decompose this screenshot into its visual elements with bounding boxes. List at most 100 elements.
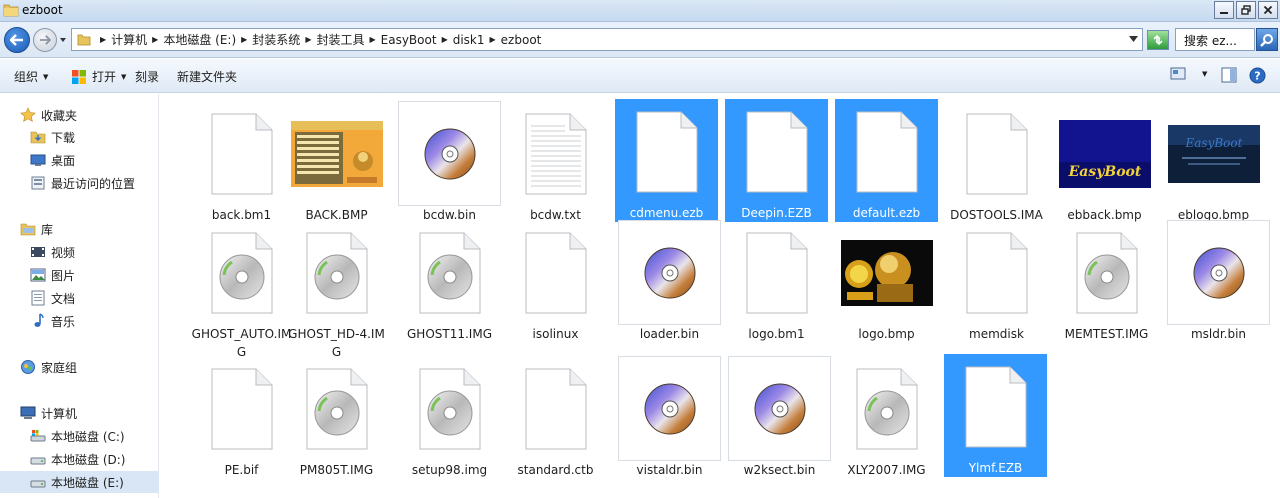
sidebar-item-pictures[interactable]: 图片 xyxy=(0,264,159,286)
burn-button[interactable]: 刻录 xyxy=(135,68,159,85)
title-bar: ezboot xyxy=(0,0,1280,22)
drive-icon xyxy=(30,457,46,465)
breadcrumb-item[interactable]: 本地磁盘 (E:) xyxy=(163,31,236,48)
file-thumbnail xyxy=(944,354,1047,459)
burn-label: 刻录 xyxy=(135,70,160,84)
navigation-pane: 收藏夹 下载 桌面 最近访问的位置 库 视频 图片 文档 音乐 家庭组 计算机 xyxy=(0,94,159,498)
breadcrumb-arrow-icon[interactable]: ▶ xyxy=(100,35,106,44)
file-name: XLY2007.IMG xyxy=(847,463,926,477)
close-icon xyxy=(1263,5,1273,15)
caret-down-icon[interactable]: ▼ xyxy=(1202,70,1207,78)
caret-down-icon: ▼ xyxy=(43,72,49,81)
search-icon xyxy=(1260,33,1273,47)
file-view: back.bm1 BACK.BMP bcdw.bin bcdw.txt cdme… xyxy=(160,94,1280,498)
breadcrumb-item[interactable]: EasyBoot xyxy=(381,33,437,47)
file-thumbnail xyxy=(398,220,501,325)
blank-file-icon xyxy=(211,368,272,449)
file-thumbnail xyxy=(285,356,388,461)
windows-logo-icon xyxy=(72,69,86,84)
star-icon xyxy=(20,107,36,123)
sidebar-item-favorites[interactable]: 收藏夹 xyxy=(0,104,159,126)
help-button[interactable]: ? xyxy=(1249,67,1266,84)
file-thumbnail xyxy=(190,356,293,461)
search-input[interactable]: 搜索 ez... xyxy=(1175,28,1255,51)
forward-button[interactable] xyxy=(33,28,57,52)
blank-file-icon xyxy=(856,111,917,192)
sidebar-item-videos[interactable]: 视频 xyxy=(0,241,159,263)
open-label: 打开 xyxy=(92,70,117,84)
sidebar-item-label: 本地磁盘 (E:) xyxy=(51,475,124,490)
disc-image-icon xyxy=(644,383,695,434)
file-name: Ylmf.EZB xyxy=(944,459,1047,477)
new-folder-button[interactable]: 新建文件夹 xyxy=(177,68,237,85)
sidebar-item-drive-c[interactable]: 本地磁盘 (C:) xyxy=(0,425,159,447)
view-options[interactable]: ▼ xyxy=(1170,67,1207,81)
preview-pane-button[interactable] xyxy=(1221,67,1237,83)
blank-file-icon xyxy=(636,111,697,192)
breadcrumb-arrow-icon[interactable]: ▶ xyxy=(305,35,311,44)
folder-icon xyxy=(77,34,91,45)
breadcrumb-arrow-icon[interactable]: ▶ xyxy=(241,35,247,44)
sidebar-item-computer[interactable]: 计算机 xyxy=(0,402,159,424)
sidebar-item-label: 计算机 xyxy=(41,406,78,421)
sidebar-item-music[interactable]: 音乐 xyxy=(0,310,159,332)
disc-image-icon xyxy=(1193,247,1244,298)
file-name: memdisk xyxy=(969,327,1024,341)
organize-menu[interactable]: 组织 ▼ xyxy=(14,68,48,85)
file-thumbnail xyxy=(285,101,388,206)
file-thumbnail: EasyBoot xyxy=(1162,101,1265,206)
blank-file-icon xyxy=(966,232,1027,313)
help-icon: ? xyxy=(1249,67,1266,84)
disc-image-icon xyxy=(424,128,475,179)
sidebar-item-recent-places[interactable]: 最近访问的位置 xyxy=(0,172,159,194)
cd-file-icon xyxy=(856,368,917,449)
breadcrumb-item[interactable]: 封装工具 xyxy=(316,31,364,48)
file-name: logo.bmp xyxy=(858,327,915,341)
open-button[interactable]: 打开 ▼ xyxy=(71,68,126,85)
svg-text:?: ? xyxy=(1254,70,1260,83)
back-button[interactable] xyxy=(4,27,30,53)
menu-screenshot-thumbnail xyxy=(290,120,383,187)
breadcrumb-item[interactable]: disk1 xyxy=(453,33,485,47)
breadcrumb-item[interactable]: 封装系统 xyxy=(252,31,300,48)
ghost-logo-thumbnail xyxy=(840,239,933,306)
minimize-button[interactable] xyxy=(1214,1,1234,19)
sidebar-item-label: 最近访问的位置 xyxy=(51,176,136,191)
breadcrumb-arrow-icon[interactable]: ▶ xyxy=(369,35,375,44)
folder-icon xyxy=(3,4,19,17)
breadcrumb-arrow-icon[interactable]: ▶ xyxy=(152,35,158,44)
pictures-icon xyxy=(30,268,46,282)
search-button[interactable] xyxy=(1256,28,1278,51)
breadcrumb: ▶ 计算机 ▶ 本地磁盘 (E:) ▶ 封装系统 ▶ 封装工具 ▶ EasyBo… xyxy=(95,31,541,48)
easyboot-dark-thumbnail: EasyBoot xyxy=(1167,124,1260,183)
blank-file-icon xyxy=(966,113,1027,194)
disc-image-icon xyxy=(644,247,695,298)
recent-places-icon xyxy=(31,176,45,190)
close-button[interactable] xyxy=(1258,1,1278,19)
address-bar[interactable]: ▶ 计算机 ▶ 本地磁盘 (E:) ▶ 封装系统 ▶ 封装工具 ▶ EasyBo… xyxy=(71,28,1143,51)
recent-pages-dropdown-icon[interactable] xyxy=(59,36,67,44)
refresh-button[interactable] xyxy=(1147,30,1169,50)
restore-icon xyxy=(1241,5,1251,15)
file-thumbnail xyxy=(725,220,828,325)
computer-icon xyxy=(20,406,36,419)
sidebar-item-homegroup[interactable]: 家庭组 xyxy=(0,356,159,378)
breadcrumb-arrow-icon[interactable]: ▶ xyxy=(490,35,496,44)
sidebar-item-drive-e[interactable]: 本地磁盘 (E:) xyxy=(0,471,159,493)
sidebar-item-documents[interactable]: 文档 xyxy=(0,287,159,309)
chevron-down-icon[interactable] xyxy=(1129,36,1138,42)
breadcrumb-item[interactable]: ezboot xyxy=(501,33,542,47)
caret-down-icon: ▼ xyxy=(121,72,127,81)
sidebar-item-libraries[interactable]: 库 xyxy=(0,218,159,240)
file-thumbnail xyxy=(728,356,831,461)
breadcrumb-item[interactable]: 计算机 xyxy=(111,31,147,48)
breadcrumb-arrow-icon[interactable]: ▶ xyxy=(442,35,448,44)
sidebar-item-drive-d[interactable]: 本地磁盘 (D:) xyxy=(0,448,159,470)
restore-button[interactable] xyxy=(1236,1,1256,19)
sidebar-item-desktop[interactable]: 桌面 xyxy=(0,149,159,171)
file-name: isolinux xyxy=(532,327,579,341)
file-name: logo.bm1 xyxy=(748,327,805,341)
sidebar-item-label: 下载 xyxy=(51,130,76,145)
sidebar-item-downloads[interactable]: 下载 xyxy=(0,126,159,148)
disc-image-icon xyxy=(754,383,805,434)
